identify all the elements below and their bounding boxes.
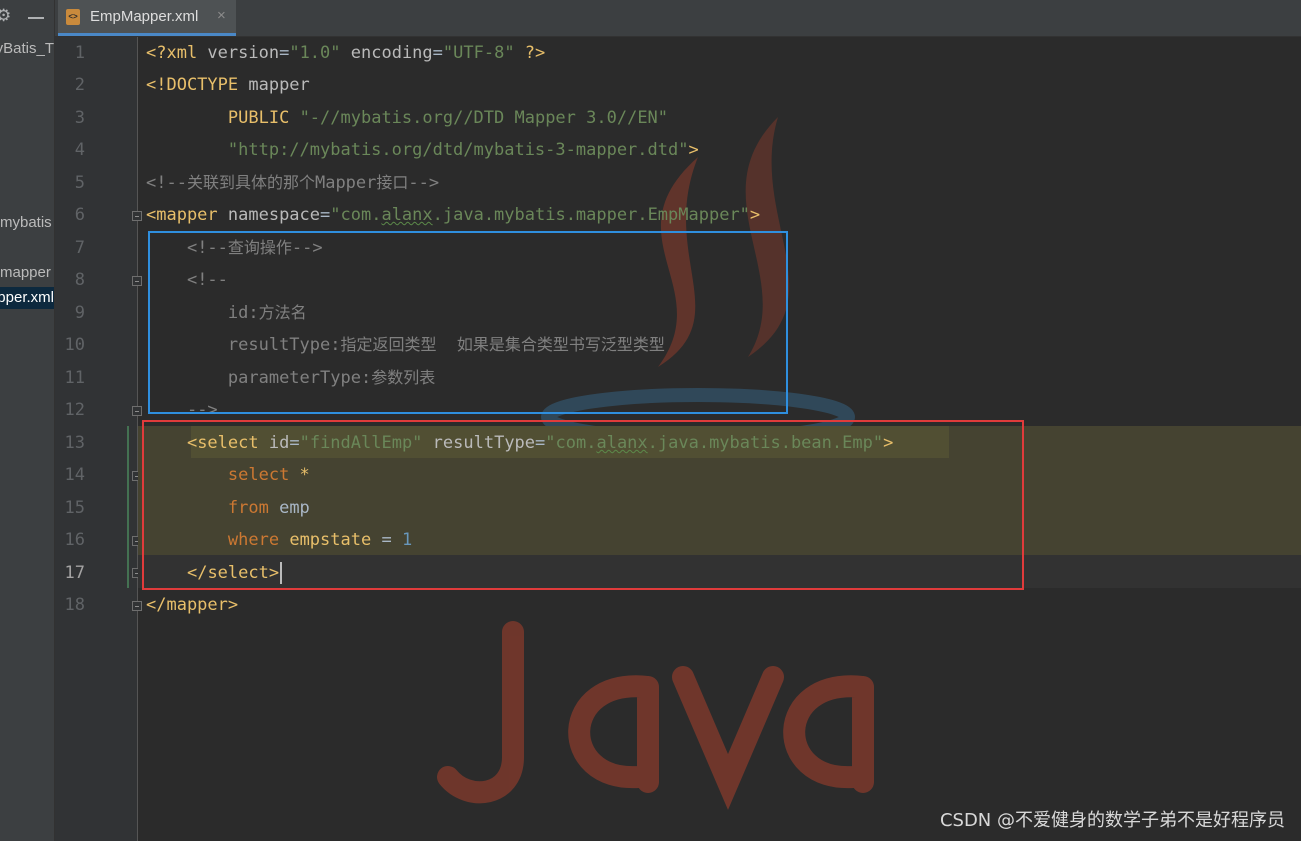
project-panel-toolbar: ⚙: [0, 6, 54, 30]
annotation-box-select: [142, 420, 1024, 590]
tab-empmapper-xml[interactable]: <> EmpMapper.xml ×: [58, 0, 236, 36]
hide-panel-icon[interactable]: [28, 17, 44, 19]
tree-item-empmapper-xml[interactable]: EmpMapper.xml: [0, 287, 54, 309]
line-number: 3: [74, 108, 85, 128]
gear-icon[interactable]: ⚙: [0, 6, 11, 26]
csdn-watermark: CSDN @不爱健身的数学子弟不是好程序员: [939, 810, 1285, 831]
line-number: 11: [64, 368, 85, 388]
line-number: 7: [74, 238, 85, 258]
code-line-18: </mapper>: [146, 595, 239, 615]
vcs-change-marker: [127, 426, 129, 588]
tree-item-mybatis[interactable]: mybatis: [0, 212, 54, 234]
line-number: 9: [74, 303, 85, 323]
line-number: 12: [64, 400, 85, 420]
line-number: 15: [64, 498, 85, 518]
line-number: 4: [74, 140, 85, 160]
xml-file-icon: <>: [66, 9, 80, 25]
line-number: 1: [74, 43, 85, 63]
line-number: 2: [74, 75, 85, 95]
code-line-1: <?xml version="1.0" encoding="UTF-8" ?>: [146, 43, 546, 63]
code-line-5: <!--关联到具体的那个Mapper接口-->: [146, 173, 440, 193]
code-line-3: PUBLIC "-//mybatis.org//DTD Mapper 3.0//…: [227, 108, 669, 128]
line-number: 18: [64, 595, 85, 615]
code-line-2: <!DOCTYPE mapper: [146, 75, 310, 95]
tab-label: EmpMapper.xml: [90, 8, 199, 25]
line-number-current: 17: [64, 563, 85, 583]
code-line-4: "http://mybatis.org/dtd/mybatis-3-mapper…: [227, 140, 699, 160]
code-line-6: <mapper namespace="com.alanx.java.mybati…: [146, 205, 761, 225]
line-number: 8: [74, 270, 85, 290]
line-number-gutter: 1 2 3 4 5 6 7 8 9 10 11 12 13 14 15 16 1…: [55, 37, 142, 841]
close-icon[interactable]: ×: [217, 7, 226, 24]
editor-tab-bar: <> EmpMapper.xml ×: [55, 0, 1301, 37]
tree-item-mapper[interactable]: mapper: [0, 262, 54, 284]
project-panel: ⚙ MyBatis_T mybatis mapper EmpMapper.xml: [0, 0, 55, 841]
line-number: 5: [74, 173, 85, 193]
line-number: 16: [64, 530, 85, 550]
line-number: 14: [64, 465, 85, 485]
annotation-box-comment: [148, 231, 788, 414]
line-number: 13: [64, 433, 85, 453]
tree-item-project[interactable]: MyBatis_T: [0, 38, 54, 60]
line-number: 10: [64, 335, 85, 355]
line-number: 6: [74, 205, 85, 225]
